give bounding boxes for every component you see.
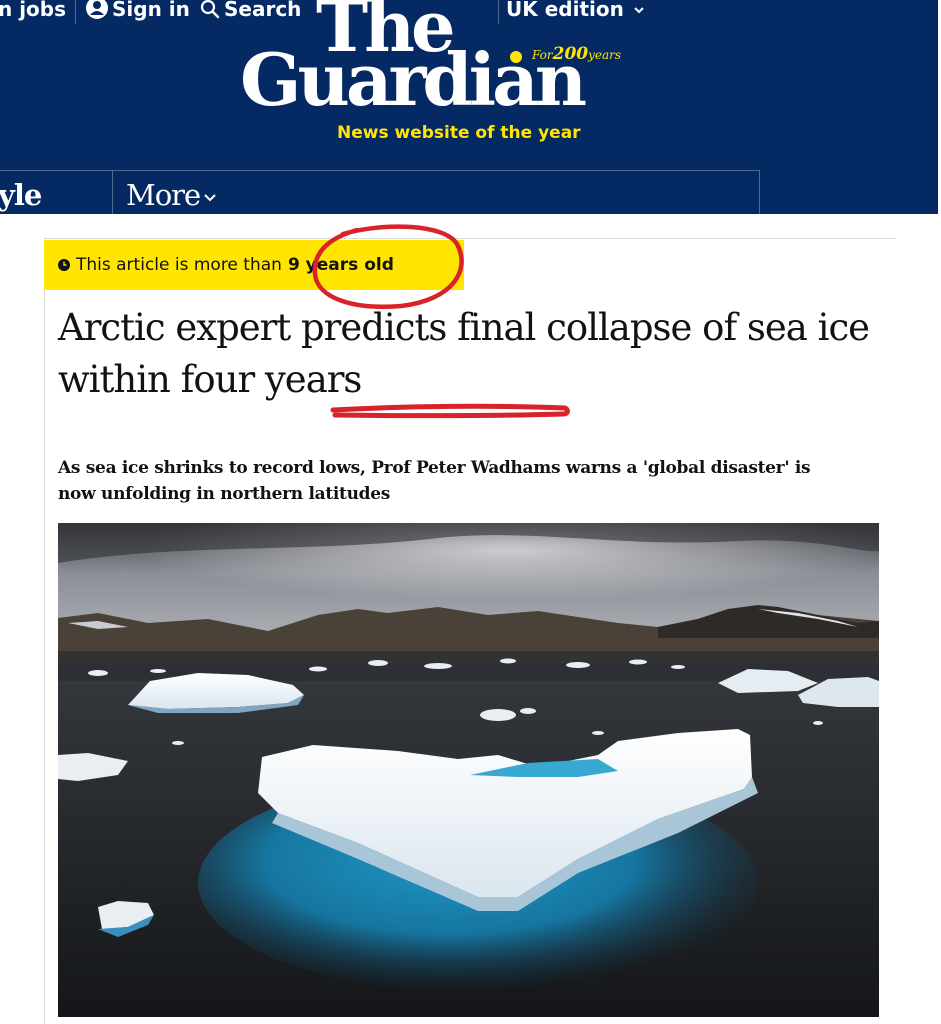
nav-divider [112, 171, 113, 214]
article-border [44, 238, 45, 1024]
age-warning-value: 9 years old [287, 255, 394, 275]
jobs-label: n jobs [0, 0, 67, 21]
article-age-warning: This article is more than 9 years old [44, 240, 464, 290]
masthead: n jobs Sign in Search UK edition The Gua… [0, 0, 938, 214]
logo-anniversary: For200years [532, 44, 622, 64]
age-warning-text: This article is more than [76, 255, 282, 275]
tagline: News website of the year [337, 123, 581, 143]
nav-more-label: More [126, 178, 201, 212]
sign-in-label: Sign in [112, 0, 190, 21]
topbar-divider [75, 0, 76, 24]
article-standfirst: As sea ice shrinks to record lows, Prof … [58, 458, 811, 504]
chevron-down-icon [204, 194, 216, 202]
article-headline: Arctic expert predicts final collapse of… [58, 302, 878, 406]
search-icon [200, 0, 220, 19]
jobs-link[interactable]: n jobs [0, 0, 66, 21]
logo-dot [510, 51, 522, 63]
guardian-logo[interactable]: The Guardian For200years [236, 0, 636, 132]
headline-highlight: four years [180, 358, 363, 401]
user-icon [86, 0, 108, 19]
sign-in-link[interactable]: Sign in [86, 0, 190, 21]
nav-divider [0, 170, 760, 171]
nav-divider [759, 171, 760, 214]
clock-icon [58, 259, 70, 271]
article-border [44, 238, 896, 239]
article-main-image[interactable] [58, 523, 879, 1017]
nav-more-dropdown[interactable]: More [126, 178, 217, 212]
nav-item-lifestyle[interactable]: yle [0, 178, 42, 212]
